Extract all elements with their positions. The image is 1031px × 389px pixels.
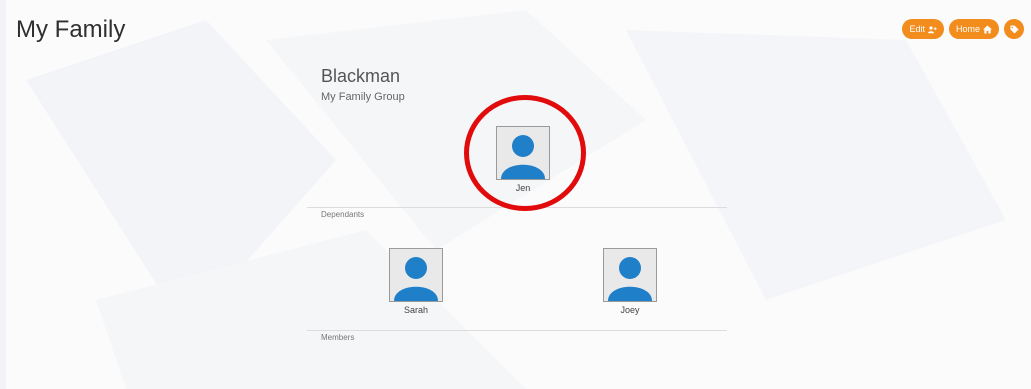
divider [307, 330, 727, 331]
person-card-dependant[interactable]: Sarah [381, 248, 451, 315]
person-avatar-icon [496, 126, 550, 180]
edit-button[interactable]: Edit [902, 19, 944, 39]
dependants-label: Dependants [321, 210, 365, 219]
home-icon [983, 24, 992, 34]
page-title: My Family [16, 16, 126, 43]
person-name: Joey [620, 305, 640, 315]
person-name: Sarah [403, 305, 429, 315]
person-card-dependant[interactable]: Joey [595, 248, 665, 315]
group-name: Blackman [321, 66, 401, 86]
add-user-icon [927, 25, 937, 33]
person-avatar-icon [389, 248, 443, 302]
page: My Family Edit Home Blackman My Family G… [0, 0, 1031, 389]
person-name: Jen [515, 183, 531, 193]
home-button-label: Home [955, 24, 980, 34]
edit-button-label: Edit [909, 24, 925, 34]
home-button[interactable]: Home [948, 19, 999, 39]
person-avatar-icon [603, 248, 657, 302]
tag-button[interactable] [1004, 19, 1024, 39]
person-card-primary[interactable]: Jen [488, 126, 558, 193]
group-subtitle: My Family Group [321, 91, 405, 103]
header-actions: Edit Home [902, 19, 1024, 39]
tag-icon [1009, 24, 1019, 34]
members-label: Members [321, 333, 355, 342]
divider [307, 207, 727, 208]
